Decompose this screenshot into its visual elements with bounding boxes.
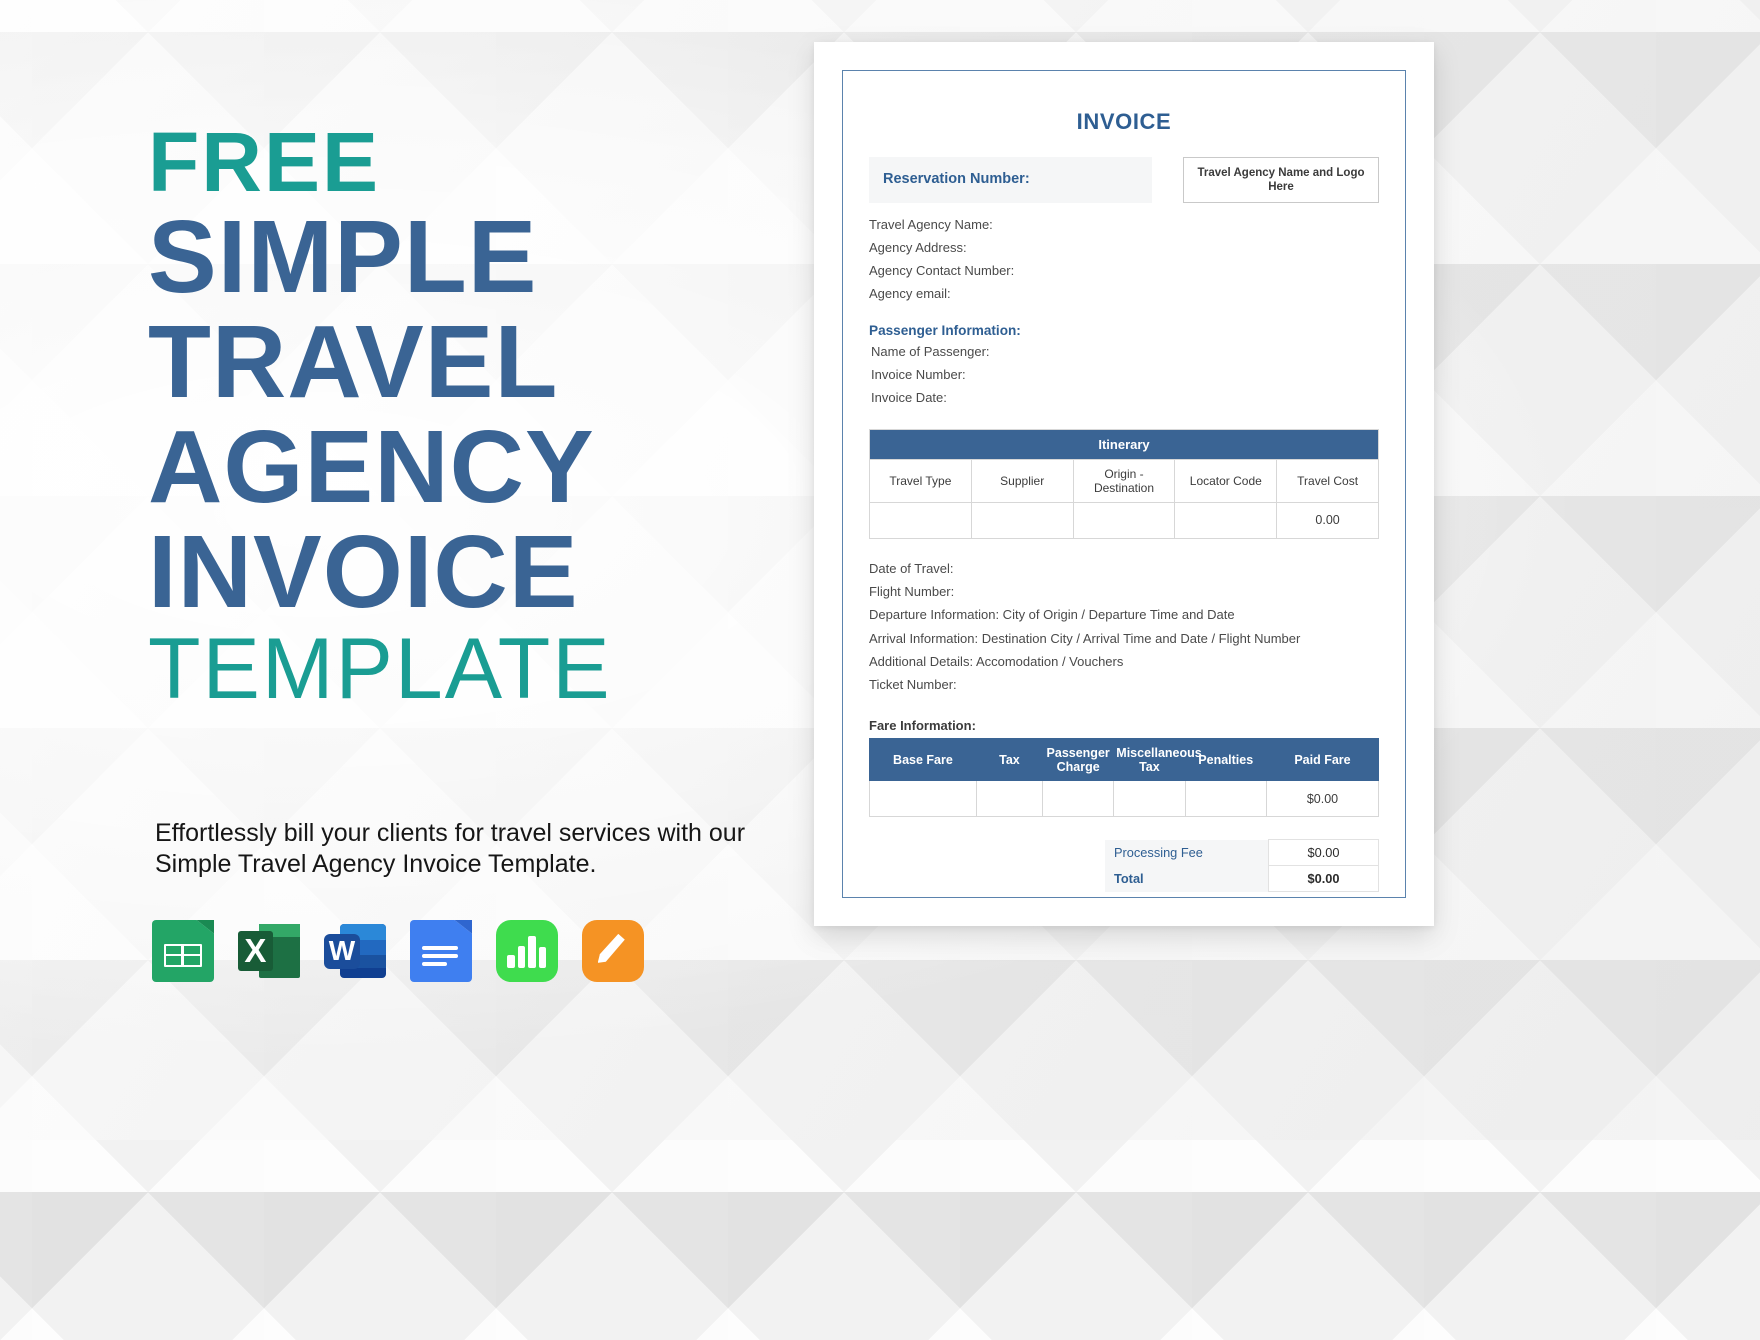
fare-cell-tax[interactable] (975, 780, 1044, 818)
fare-header-miscellaneous-tax: Miscellaneous Tax (1113, 738, 1202, 782)
excel-tile-shape: X (238, 930, 273, 972)
promo-tagline: Effortlessly bill your clients for trave… (155, 819, 746, 878)
itinerary-cell-travel-cost[interactable]: 0.00 (1276, 501, 1379, 539)
apple-pages-icon[interactable] (582, 920, 644, 982)
excel-letter-x: X (244, 931, 267, 969)
headline-line-travel: TRAVEL (148, 304, 559, 420)
docs-text-line-3 (422, 962, 448, 967)
fare-cell-base-fare[interactable] (869, 780, 977, 818)
fare-header-base-fare: Base Fare (869, 738, 977, 782)
field-travel-agency-name: Travel Agency Name: (869, 217, 993, 232)
numbers-rounded-square (496, 920, 558, 982)
fare-table-row[interactable]: $0.00 (869, 780, 1380, 818)
fare-cell-passenger-charge[interactable] (1042, 780, 1115, 818)
promo-headline-block: FREE SIMPLE TRAVEL AGENCY INVOICE TEMPLA… (148, 120, 788, 714)
itinerary-cell-supplier[interactable] (970, 501, 1074, 539)
itinerary-header-origin-dest: Origin - Destination (1072, 458, 1176, 503)
field-flight-number: Flight Number: (869, 584, 955, 600)
reservation-number-label: Reservation Number: (883, 171, 1030, 187)
total-label: Total (1105, 865, 1269, 892)
itinerary-cell-travel-type[interactable] (869, 501, 972, 539)
itinerary-header-travel-cost: Travel Cost (1276, 458, 1379, 503)
pages-pen-glyph (596, 932, 631, 969)
word-letter-w: W (328, 935, 356, 967)
headline-line-free: FREE (148, 115, 381, 209)
processing-fee-value[interactable]: $0.00 (1268, 839, 1379, 867)
invoice-title: INVOICE (1076, 109, 1172, 134)
field-departure-information: Departure Information: City of Origin / … (869, 607, 1235, 623)
field-agency-email: Agency email: (869, 286, 951, 302)
field-invoice-number: Invoice Number: (871, 366, 966, 382)
itinerary-band-title: Itinerary (869, 428, 1379, 460)
field-agency-address: Agency Address: (869, 240, 967, 256)
itinerary-band-header: Itinerary (869, 428, 1379, 460)
invoice-document-body: INVOICE Reservation Number: Travel Agenc… (842, 70, 1406, 898)
field-name-of-passenger: Name of Passenger: (871, 343, 990, 359)
word-tile-shape: W (324, 933, 360, 969)
itinerary-table-row[interactable]: 0.00 (869, 501, 1379, 539)
fare-header-passenger-charge: Passenger Charge (1042, 738, 1115, 782)
field-additional-details: Additional Details: Accomodation / Vouch… (869, 653, 1124, 669)
travel-details-list: Date of Travel: Flight Number: Departure… (869, 557, 1379, 697)
passenger-information-heading: Passenger Information: (869, 322, 1021, 338)
format-icon-row: X W (152, 920, 644, 982)
headline-line-agency: AGENCY (148, 409, 595, 525)
fare-information-heading: Fare Information: (869, 718, 976, 734)
fare-header-paid-fare: Paid Fare (1265, 738, 1380, 782)
fare-cell-miscellaneous-tax[interactable] (1113, 780, 1186, 818)
itinerary-header-locator-code: Locator Code (1174, 458, 1278, 503)
headline-line-template: TEMPLATE (148, 621, 612, 718)
totals-section: Processing Fee $0.00 Total $0.00 (869, 839, 1379, 893)
field-agency-contact: Agency Contact Number: (869, 263, 1015, 279)
fare-header-tax: Tax (975, 738, 1044, 782)
fare-information-table: Base Fare Tax Passenger Charge Miscellan… (869, 738, 1380, 818)
google-docs-icon[interactable] (410, 920, 472, 982)
itinerary-column-headers: Travel Type Supplier Origin - Destinatio… (869, 458, 1379, 503)
docs-text-line-1 (422, 946, 459, 951)
sheets-grid-glyph (164, 943, 202, 968)
totals-row-processing-fee: Processing Fee $0.00 (1105, 839, 1379, 867)
field-invoice-date: Invoice Date: (871, 389, 947, 405)
passenger-fields-list: Name of Passenger: Invoice Number: Invoi… (869, 340, 1379, 409)
numbers-bar-4 (538, 946, 547, 969)
numbers-bar-3 (528, 936, 536, 969)
agency-fields-list: Travel Agency Name: Agency Address: Agen… (869, 213, 1379, 306)
fare-cell-penalties[interactable] (1184, 780, 1267, 818)
fare-cell-paid-fare[interactable]: $0.00 (1265, 780, 1380, 818)
processing-fee-label: Processing Fee (1105, 839, 1269, 866)
totals-row-total: Total $0.00 (1105, 865, 1379, 893)
numbers-bar-1 (507, 954, 515, 969)
numbers-bar-2 (517, 946, 526, 969)
invoice-header-row: Reservation Number: Travel Agency Name a… (869, 157, 1379, 203)
docs-page-shape (410, 920, 472, 982)
headline-line-invoice: INVOICE (148, 514, 579, 630)
agency-logo-placeholder: Travel Agency Name and Logo Here (1183, 157, 1379, 203)
docs-text-line-2 (422, 954, 459, 959)
itinerary-cell-origin-dest[interactable] (1072, 501, 1176, 539)
invoice-document-page: INVOICE Reservation Number: Travel Agenc… (814, 42, 1434, 926)
microsoft-word-icon[interactable]: W (324, 920, 386, 982)
google-sheets-icon[interactable] (152, 920, 214, 982)
field-arrival-information: Arrival Information: Destination City / … (869, 630, 1301, 646)
itinerary-header-supplier: Supplier (970, 458, 1074, 503)
reservation-number-block: Reservation Number: (869, 157, 1152, 203)
microsoft-excel-icon[interactable]: X (238, 920, 300, 982)
fare-column-headers: Base Fare Tax Passenger Charge Miscellan… (869, 738, 1380, 782)
totals-table: Processing Fee $0.00 Total $0.00 (1105, 839, 1379, 893)
field-date-of-travel: Date of Travel: (869, 560, 954, 576)
itinerary-table: Itinerary Travel Type Supplier Origin - … (869, 428, 1379, 539)
itinerary-header-travel-type: Travel Type (869, 458, 972, 503)
total-value[interactable]: $0.00 (1268, 865, 1379, 893)
apple-numbers-icon[interactable] (496, 920, 558, 982)
itinerary-cell-locator-code[interactable] (1174, 501, 1278, 539)
headline-line-simple: SIMPLE (148, 199, 538, 314)
field-ticket-number: Ticket Number: (869, 677, 957, 693)
